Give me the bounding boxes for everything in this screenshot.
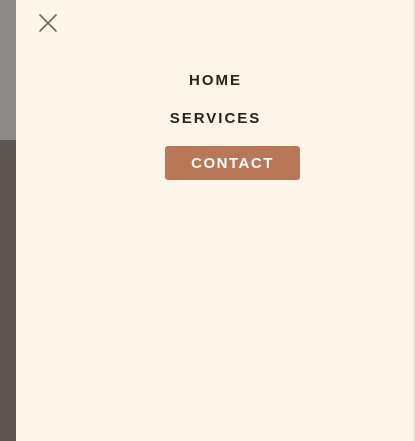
nav-link-home[interactable]: HOME (16, 72, 415, 89)
nav-link-services[interactable]: SERVICES (16, 110, 415, 127)
background-page-scrollbar (0, 0, 16, 140)
mobile-menu-overlay: HOME SERVICES CONTACT (0, 0, 415, 441)
main-navigation: HOME SERVICES CONTACT (16, 0, 415, 441)
contact-button[interactable]: CONTACT (165, 146, 300, 180)
